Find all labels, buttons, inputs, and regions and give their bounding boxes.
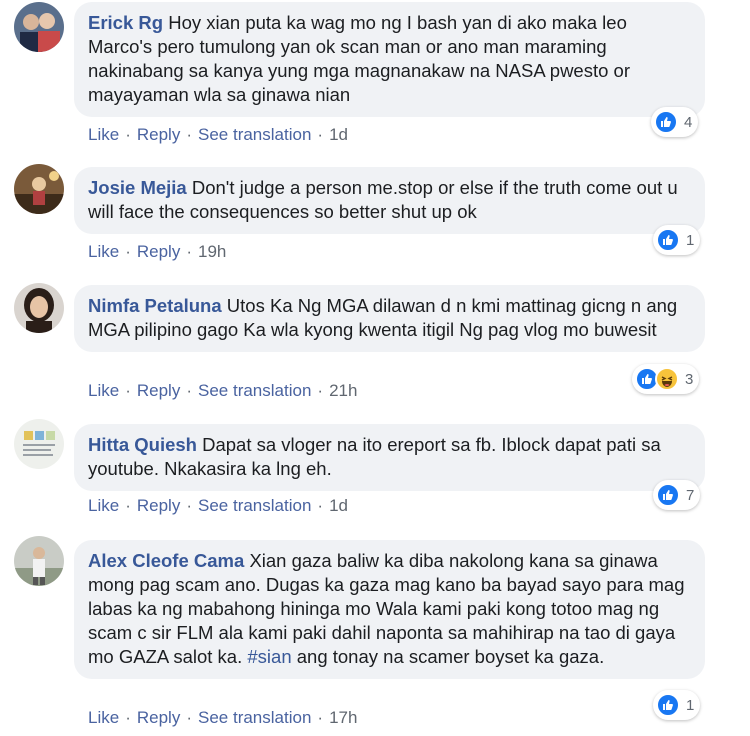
reaction-summary[interactable]: 1 [653,225,701,255]
comment-bubble: Nimfa Petaluna Utos Ka Ng MGA dilawan d … [74,285,705,352]
comment-bubble: Hitta Quiesh Dapat sa vloger na ito erep… [74,424,705,491]
reaction-count: 3 [685,370,694,388]
comment-author[interactable]: Erick Rg [88,12,163,33]
comment-actions: Like · Reply · See translation · 1d [88,496,348,516]
comment-timestamp[interactable]: 1d [329,125,348,144]
reply-link[interactable]: Reply [137,708,180,727]
see-translation-link[interactable]: See translation [198,496,311,515]
separator: · [125,708,131,727]
reaction-count: 1 [686,696,695,714]
see-translation-link[interactable]: See translation [198,125,311,144]
reply-link[interactable]: Reply [137,125,180,144]
haha-icon [655,367,679,391]
avatar[interactable] [14,536,64,586]
like-link[interactable]: Like [88,242,119,261]
like-icon [656,693,680,717]
separator: · [186,708,192,727]
like-link[interactable]: Like [88,125,119,144]
see-translation-link[interactable]: See translation [198,708,311,727]
reply-link[interactable]: Reply [137,381,180,400]
comment-author[interactable]: Nimfa Petaluna [88,295,222,316]
separator: · [186,381,192,400]
avatar[interactable] [14,2,64,52]
like-icon [656,483,680,507]
comment-actions: Like · Reply · See translation · 1d [88,125,348,145]
hashtag-link[interactable]: #sian [247,646,291,667]
reply-link[interactable]: Reply [137,242,180,261]
comment-bubble: Alex Cleofe Cama Xian gaza baliw ka diba… [74,540,705,679]
comment-text: Hoy xian puta ka wag mo ng I bash yan di… [88,12,630,105]
comment-author[interactable]: Hitta Quiesh [88,434,197,455]
comment-timestamp[interactable]: 21h [329,381,357,400]
comment-bubble: Erick Rg Hoy xian puta ka wag mo ng I ba… [74,2,705,117]
separator: · [125,125,131,144]
separator: · [317,125,324,144]
separator: · [125,496,131,515]
reaction-summary[interactable]: 1 [653,690,701,720]
avatar[interactable] [14,164,64,214]
separator: · [317,708,324,727]
reaction-summary[interactable]: 4 [651,107,699,137]
like-link[interactable]: Like [88,496,119,515]
comment-timestamp[interactable]: 17h [329,708,357,727]
like-icon [654,110,678,134]
separator: · [125,242,131,261]
reaction-count: 4 [684,113,693,131]
comment-actions: Like · Reply · See translation · 17h [88,708,357,728]
reply-link[interactable]: Reply [137,496,180,515]
reaction-count: 1 [686,231,695,249]
comment-actions: Like · Reply · 19h [88,242,226,262]
reaction-summary[interactable]: 3 [632,364,700,394]
comment-bubble: Josie Mejia Don't judge a person me.stop… [74,167,705,234]
separator: · [317,381,324,400]
separator: · [186,125,192,144]
reaction-count: 7 [686,486,695,504]
like-icon [656,228,680,252]
avatar[interactable] [14,419,64,469]
like-link[interactable]: Like [88,381,119,400]
comment-timestamp[interactable]: 1d [329,496,348,515]
comment-text-continued: ang tonay na scamer boyset ka gaza. [296,646,605,667]
separator: · [317,496,324,515]
separator: · [125,381,131,400]
like-link[interactable]: Like [88,708,119,727]
comment-author[interactable]: Josie Mejia [88,177,187,198]
reaction-summary[interactable]: 7 [653,480,701,510]
comment-timestamp[interactable]: 19h [198,242,226,261]
comment-author[interactable]: Alex Cleofe Cama [88,550,244,571]
separator: · [186,496,192,515]
avatar[interactable] [14,283,64,333]
separator: · [186,242,192,261]
comment-actions: Like · Reply · See translation · 21h [88,381,357,401]
see-translation-link[interactable]: See translation [198,381,311,400]
